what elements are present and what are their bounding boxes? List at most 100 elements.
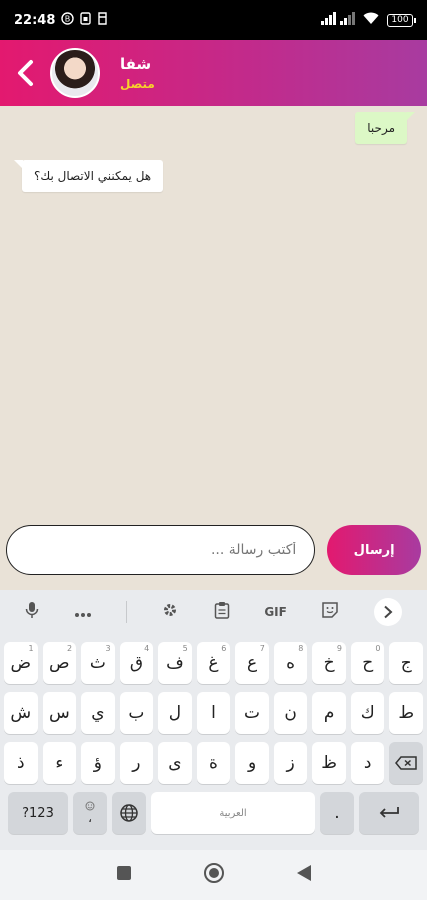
key-ق[interactable]: ق4	[119, 642, 154, 684]
globe-icon	[120, 804, 138, 822]
key-ف[interactable]: ف5	[158, 642, 192, 684]
clipboard-icon[interactable]	[214, 601, 230, 623]
language-key[interactable]	[112, 792, 146, 834]
key-ا[interactable]: ا	[196, 692, 231, 734]
status-time: 22:48	[14, 12, 56, 28]
storage-icon	[97, 12, 108, 28]
key-ي[interactable]: ي	[81, 692, 115, 734]
toolbar-divider	[126, 601, 128, 623]
recents-icon[interactable]	[116, 865, 132, 885]
key-ز[interactable]: ز	[273, 742, 308, 784]
comma-label: ،	[88, 811, 92, 825]
home-icon[interactable]	[203, 862, 225, 888]
back-button[interactable]	[0, 40, 50, 106]
key-label: غ	[208, 653, 219, 673]
backspace-key[interactable]	[389, 742, 424, 784]
key-label: ج	[400, 653, 412, 673]
key-label: ز	[286, 753, 295, 773]
space-key[interactable]: العربية	[151, 792, 315, 834]
key-ى[interactable]: ى	[158, 742, 192, 784]
key-ه[interactable]: ه8	[273, 642, 308, 684]
key-hint: 1	[28, 644, 34, 653]
period-key[interactable]: .	[320, 792, 354, 834]
key-label: ع	[246, 653, 258, 673]
key-hint: 6	[221, 644, 227, 653]
key-ل[interactable]: ل	[158, 692, 192, 734]
key-ب[interactable]: ب	[119, 692, 154, 734]
keyboard-row-3: ذءؤ ر ى ة و ز ظ د	[0, 742, 427, 784]
key-س[interactable]: س	[42, 692, 77, 734]
key-م[interactable]: م	[312, 692, 346, 734]
sticker-icon[interactable]	[321, 601, 339, 623]
key-label: م	[323, 703, 335, 723]
avatar[interactable]	[50, 48, 100, 98]
key-label: ة	[209, 753, 218, 773]
key-hint: 8	[298, 644, 304, 653]
key-label: و	[247, 753, 257, 773]
key-ث[interactable]: ث3	[81, 642, 115, 684]
key-label: ي	[91, 703, 105, 723]
key-label: ك	[360, 703, 375, 723]
message-incoming[interactable]: هل يمكنني الاتصال بك؟	[13, 160, 164, 192]
key-label: ث	[89, 653, 106, 673]
numbers-key[interactable]: ?123	[8, 792, 68, 834]
key-ة[interactable]: ة	[196, 742, 231, 784]
key-hint: 9	[336, 644, 342, 653]
key-ك[interactable]: ك	[350, 692, 385, 734]
key-label: خ	[323, 653, 335, 673]
contact-name: شفا	[120, 55, 152, 73]
enter-icon	[379, 807, 399, 818]
composer: إرسال	[0, 515, 427, 585]
key-hint: 5	[182, 644, 188, 653]
key-غ[interactable]: غ6	[196, 642, 231, 684]
key-label: ؤ	[93, 753, 102, 773]
chevron-right-icon[interactable]	[373, 598, 402, 626]
key-خ[interactable]: خ9	[312, 642, 346, 684]
key-label: ل	[168, 703, 182, 723]
contact-status: متصل	[120, 77, 155, 91]
key-label: ر	[132, 753, 141, 773]
key-ن[interactable]: ن	[273, 692, 308, 734]
key-ش[interactable]: ش	[4, 692, 38, 734]
key-ص[interactable]: ص2	[42, 642, 77, 684]
more-icon[interactable]	[74, 603, 92, 622]
back-nav-icon[interactable]	[296, 864, 312, 886]
key-label: ى	[168, 753, 182, 773]
key-label: د	[363, 753, 372, 773]
key-ج[interactable]: ج	[389, 642, 424, 684]
key-د[interactable]: د	[350, 742, 385, 784]
comma-key[interactable]: ،	[73, 792, 107, 834]
key-label: ح	[362, 653, 374, 673]
key-ت[interactable]: ت	[235, 692, 269, 734]
microphone-icon[interactable]	[25, 601, 39, 623]
gif-button[interactable]: GIF	[264, 605, 287, 619]
enter-key[interactable]	[359, 792, 419, 834]
gear-icon[interactable]	[161, 601, 179, 623]
key-label: ت	[244, 703, 261, 723]
sim-icon	[80, 12, 92, 28]
emoji-icon	[85, 801, 95, 811]
message-outgoing[interactable]: مرحبا	[355, 112, 415, 144]
chevron-left-icon	[18, 60, 33, 86]
contact-info[interactable]: شفا متصل	[120, 55, 155, 91]
key-ذ[interactable]: ذ	[4, 742, 38, 784]
message-input[interactable]	[6, 525, 316, 575]
key-و[interactable]: و	[235, 742, 269, 784]
key-ع[interactable]: ع7	[235, 642, 269, 684]
keyboard-row-1: ض1ص2ث3ق4ف5غ6ع7ه8خ9ح0ج	[0, 642, 427, 684]
key-ح[interactable]: ح0	[350, 642, 385, 684]
key-label: ض	[10, 653, 32, 673]
key-ظ[interactable]: ظ	[312, 742, 346, 784]
key-hint: 4	[144, 644, 150, 653]
send-button[interactable]: إرسال	[327, 525, 421, 575]
key-ر[interactable]: ر	[119, 742, 154, 784]
keyboard-toolbar: GIF	[0, 590, 427, 634]
key-ؤ[interactable]: ؤ	[81, 742, 115, 784]
key-hint: 0	[375, 644, 381, 653]
key-label: ظ	[321, 753, 338, 773]
battery-icon: 100	[387, 13, 416, 27]
key-ء[interactable]: ء	[42, 742, 77, 784]
chat-header: شفا متصل	[0, 40, 427, 106]
key-ط[interactable]: ط	[389, 692, 424, 734]
key-ض[interactable]: ض1	[4, 642, 38, 684]
